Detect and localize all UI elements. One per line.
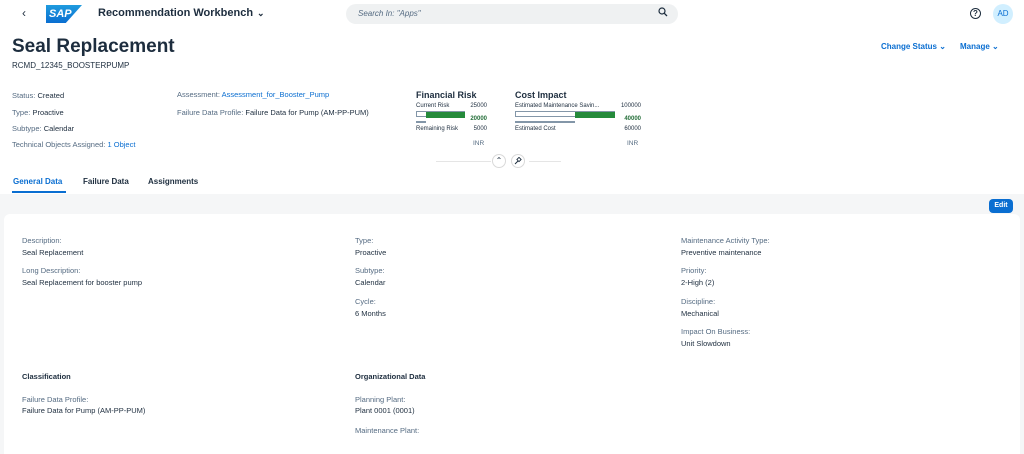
app-title-menu[interactable]: Recommendation Workbench ⌄ bbox=[98, 7, 265, 19]
back-button[interactable]: ‹ bbox=[22, 6, 26, 20]
tab-general-data[interactable]: General Data bbox=[13, 177, 62, 186]
classification-title: Classification bbox=[22, 372, 71, 381]
technical-objects-label: Technical Objects Assigned: bbox=[12, 140, 106, 149]
search-input[interactable]: Search In: "Apps" bbox=[346, 4, 678, 24]
estimated-savings-value: 100000 bbox=[620, 103, 641, 109]
status-label: Status: bbox=[12, 91, 36, 100]
type-value: Proactive bbox=[355, 248, 387, 257]
manage-button[interactable]: Manage ⌄ bbox=[960, 42, 999, 51]
priority-label: Priority: bbox=[681, 266, 707, 275]
priority-value: 2-High (2) bbox=[681, 278, 715, 287]
estimated-savings-label: Estimated Maintenance Savin... bbox=[515, 103, 600, 109]
search-placeholder: Search In: "Apps" bbox=[358, 9, 421, 18]
maintenance-plant-label: Maintenance Plant: bbox=[355, 426, 420, 435]
page-title: Seal Replacement bbox=[12, 36, 175, 57]
type-label: Type: bbox=[355, 236, 374, 245]
estimated-cost-bar bbox=[515, 121, 575, 123]
discipline-value: Mechanical bbox=[681, 309, 719, 318]
active-tab-indicator bbox=[12, 191, 66, 193]
pin-header-button[interactable] bbox=[511, 154, 525, 168]
app-title-label: Recommendation Workbench bbox=[98, 7, 254, 19]
tab-failure-data[interactable]: Failure Data bbox=[83, 177, 129, 186]
technical-objects-field: Technical Objects Assigned: 1 Object bbox=[12, 140, 135, 149]
cycle-value: 6 Months bbox=[355, 309, 386, 318]
net-savings-value: 40000 bbox=[624, 116, 641, 122]
type-label: Type: bbox=[12, 108, 31, 117]
discipline-label: Discipline: bbox=[681, 297, 716, 306]
page-subtitle: RCMD_12345_BOOSTERPUMP bbox=[12, 61, 130, 70]
tab-assignments[interactable]: Assignments bbox=[148, 177, 198, 186]
risk-reduction-value: 20000 bbox=[470, 116, 487, 122]
type-value: Proactive bbox=[32, 108, 64, 117]
classification-failure-profile-value: Failure Data for Pump (AM-PP-PUM) bbox=[22, 406, 146, 415]
current-risk-value: 25000 bbox=[470, 103, 487, 109]
manage-label: Manage bbox=[960, 42, 990, 51]
long-description-label: Long Description: bbox=[22, 266, 81, 275]
collapse-header-button[interactable]: ⌃ bbox=[492, 154, 506, 168]
activity-type-label: Maintenance Activity Type: bbox=[681, 236, 770, 245]
financial-risk-title: Financial Risk bbox=[416, 90, 477, 100]
type-field: Type: Proactive bbox=[12, 108, 64, 117]
failure-profile-label: Failure Data Profile: bbox=[177, 108, 244, 117]
tab-bar: General Data Failure Data Assignments bbox=[0, 172, 1024, 194]
classification-failure-profile-label: Failure Data Profile: bbox=[22, 395, 89, 404]
cost-impact-title: Cost Impact bbox=[515, 90, 567, 100]
sap-logo[interactable]: SAP bbox=[46, 5, 82, 23]
impact-value: Unit Slowdown bbox=[681, 339, 731, 348]
subtype-label: Subtype: bbox=[355, 266, 385, 275]
assessment-field: Assessment: Assessment_for_Booster_Pump bbox=[177, 90, 329, 99]
remaining-risk-bar bbox=[416, 121, 426, 123]
assessment-link[interactable]: Assessment_for_Booster_Pump bbox=[222, 90, 330, 99]
description-value: Seal Replacement bbox=[22, 248, 84, 257]
pin-icon bbox=[514, 156, 522, 165]
failure-profile-value: Failure Data for Pump (AM-PP-PUM) bbox=[245, 108, 369, 117]
status-field: Status: Created bbox=[12, 91, 64, 100]
subtype-value: Calendar bbox=[43, 124, 75, 133]
organizational-data-title: Organizational Data bbox=[355, 372, 426, 381]
general-data-section: Description: Seal Replacement Long Descr… bbox=[4, 214, 1020, 454]
estimated-cost-label: Estimated Cost bbox=[515, 126, 556, 132]
activity-type-value: Preventive maintenance bbox=[681, 248, 762, 257]
search-icon[interactable] bbox=[658, 7, 668, 17]
estimated-cost-value: 60000 bbox=[624, 126, 641, 132]
net-savings-bar bbox=[575, 112, 615, 118]
object-header: Seal Replacement RCMD_12345_BOOSTERPUMP … bbox=[0, 28, 1024, 194]
subtype-label: Subtype: bbox=[12, 124, 42, 133]
financial-risk-unit: INR bbox=[473, 140, 485, 147]
impact-label: Impact On Business: bbox=[681, 327, 751, 336]
planning-plant-value: Plant 0001 (0001) bbox=[355, 406, 415, 415]
subtype-field: Subtype: Calendar bbox=[12, 124, 74, 133]
remaining-risk-label: Remaining Risk bbox=[416, 126, 459, 132]
assessment-label: Assessment: bbox=[177, 90, 220, 99]
description-label: Description: bbox=[22, 236, 62, 245]
current-risk-label: Current Risk bbox=[416, 103, 450, 109]
long-description-value: Seal Replacement for booster pump bbox=[22, 278, 143, 287]
remaining-risk-value: 5000 bbox=[473, 126, 487, 132]
divider bbox=[529, 161, 561, 162]
chevron-down-icon: ⌄ bbox=[992, 42, 999, 51]
divider bbox=[436, 161, 491, 162]
edit-button[interactable]: Edit bbox=[989, 199, 1013, 213]
chevron-down-icon: ⌄ bbox=[257, 8, 265, 18]
cycle-label: Cycle: bbox=[355, 297, 376, 306]
technical-objects-link[interactable]: 1 Object bbox=[107, 140, 135, 149]
planning-plant-label: Planning Plant: bbox=[355, 395, 406, 404]
shell-bar: ‹ SAP Recommendation Workbench ⌄ Search I… bbox=[0, 0, 1024, 28]
subtype-value: Calendar bbox=[355, 278, 386, 287]
cost-impact-unit: INR bbox=[627, 140, 639, 147]
failure-profile-field: Failure Data Profile: Failure Data for P… bbox=[177, 108, 369, 117]
avatar[interactable]: AD bbox=[993, 4, 1013, 24]
change-status-label: Change Status bbox=[881, 42, 938, 51]
chevron-down-icon: ⌄ bbox=[939, 42, 946, 51]
help-icon[interactable]: ? bbox=[970, 8, 981, 19]
change-status-button[interactable]: Change Status ⌄ bbox=[881, 42, 946, 51]
status-value: Created bbox=[37, 91, 65, 100]
